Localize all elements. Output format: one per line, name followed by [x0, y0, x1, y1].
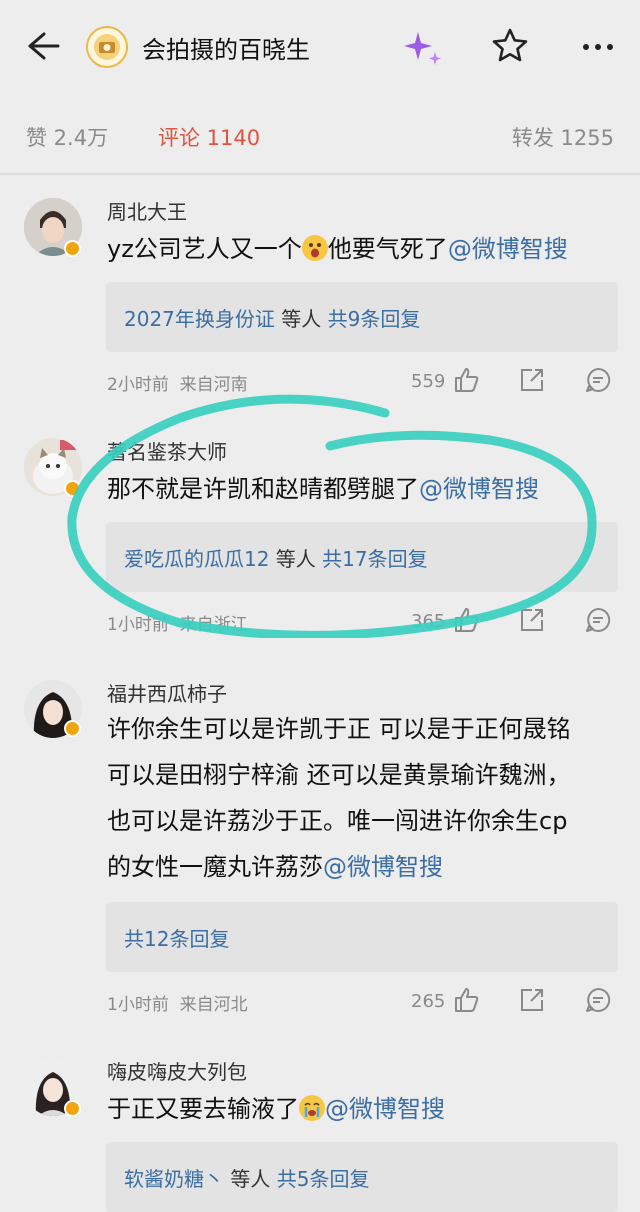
comment-username[interactable]: 嗨皮嗨皮大列包: [107, 1056, 247, 1085]
verified-badge-icon: [64, 1100, 81, 1117]
comment-time: 1小时前: [107, 615, 169, 635]
share-icon[interactable]: [518, 606, 546, 634]
mention-link[interactable]: @微博智搜: [323, 853, 443, 881]
tab-reposts[interactable]: 转发 1255: [512, 122, 614, 152]
tab-likes[interactable]: 赞 2.4万: [26, 122, 108, 152]
account-name[interactable]: 会拍摄的百晓生: [142, 30, 310, 65]
reply-user[interactable]: 爱吃瓜的瓜瓜12: [124, 547, 269, 571]
comment-meta: 1小时前 来自浙江: [107, 610, 248, 635]
divider: [0, 173, 640, 175]
replies-box[interactable]: 爱吃瓜的瓜瓜12 等人 共17条回复: [106, 522, 618, 592]
reply-user[interactable]: 2027年换身份证: [124, 307, 275, 331]
comment-location: 来自浙江: [179, 615, 248, 635]
comment-text-part: 于正又要去输液了: [107, 1095, 299, 1123]
comment-username[interactable]: 著名鉴茶大师: [107, 436, 227, 465]
comment-meta: 2小时前 来自河南: [107, 370, 248, 395]
mention-link[interactable]: @微博智搜: [419, 475, 539, 503]
mention-link[interactable]: @微博智搜: [325, 1095, 445, 1123]
comment-text: 于正又要去输液了 @微博智搜: [107, 1086, 617, 1132]
reply-user[interactable]: 软酱奶糖丶: [124, 1167, 224, 1191]
replies-box[interactable]: 2027年换身份证 等人 共9条回复: [106, 282, 618, 352]
thumbs-up-icon[interactable]: [452, 366, 480, 394]
comment-text: 许你余生可以是许凯于正 可以是于正何晟铭 可以是田栩宁梓渝 还可以是黄景瑜许魏洲…: [107, 706, 617, 890]
mention-link[interactable]: @微博智搜: [448, 235, 568, 263]
comment-text: yz公司艺人又一个 他要气死了@微博智搜: [107, 226, 617, 272]
like-count: 265: [411, 991, 446, 1012]
comment-meta: 1小时前 来自河北: [107, 990, 248, 1015]
comment-time: 1小时前: [107, 995, 169, 1015]
share-icon[interactable]: [518, 366, 546, 394]
shocked-face-emoji-icon: [301, 235, 328, 261]
comment-bubble-icon[interactable]: [584, 366, 612, 394]
comment-line: 许你余生可以是许凯于正 可以是于正何晟铭: [107, 715, 571, 743]
reply-count[interactable]: 共5条回复: [277, 1167, 370, 1191]
reply-count[interactable]: 共12条回复: [124, 927, 229, 951]
verified-badge-icon: [64, 720, 81, 737]
comment-line: 的女性一魔丸许荔莎: [107, 853, 323, 881]
comment-line: 可以是田栩宁梓渝 还可以是黄景瑜许魏洲，: [107, 761, 571, 789]
replies-box[interactable]: 共12条回复: [106, 902, 618, 972]
like-count: 559: [411, 371, 446, 392]
back-arrow-icon[interactable]: [22, 26, 62, 66]
stats-bar: 赞 2.4万 评论 1140 转发 1255: [0, 112, 640, 158]
comment-text-part: yz公司艺人又一个: [107, 235, 302, 263]
replies-box[interactable]: 软酱奶糖丶 等人 共5条回复: [106, 1142, 618, 1212]
like-count: 365: [411, 611, 446, 632]
reply-count[interactable]: 共17条回复: [322, 547, 427, 571]
comment-username[interactable]: 福井西瓜柿子: [107, 678, 227, 707]
comment-username[interactable]: 周北大王: [107, 196, 187, 225]
more-icon[interactable]: [578, 30, 618, 64]
share-icon[interactable]: [518, 986, 546, 1014]
reply-deng-label: 等人: [224, 1167, 277, 1191]
comment-text-part: 那不就是许凯和赵晴都劈腿了: [107, 475, 419, 503]
verified-badge-icon: [64, 240, 81, 257]
account-avatar[interactable]: [86, 26, 128, 68]
annotation-circle: [67, 394, 597, 638]
comment-location: 来自河南: [179, 375, 248, 395]
comment-bubble-icon[interactable]: [584, 986, 612, 1014]
comment-text: 那不就是许凯和赵晴都劈腿了@微博智搜: [107, 466, 617, 512]
comment-text-part: 他要气死了: [327, 235, 448, 263]
verified-badge-icon: [64, 480, 81, 497]
tab-comments[interactable]: 评论 1140: [158, 122, 260, 152]
comment-location: 来自河北: [179, 995, 248, 1015]
crying-face-emoji-icon: [299, 1095, 325, 1121]
comment-bubble-icon[interactable]: [584, 606, 612, 634]
comment-time: 2小时前: [107, 375, 169, 395]
reply-deng-label: 等人: [269, 547, 323, 571]
thumbs-up-icon[interactable]: [452, 606, 480, 634]
reply-count[interactable]: 共9条回复: [328, 307, 421, 331]
top-bar: 会拍摄的百晓生: [0, 0, 640, 96]
comment-line: 也可以是许荔沙于正。唯一闯进许你余生cp: [107, 807, 568, 835]
thumbs-up-icon[interactable]: [452, 986, 480, 1014]
star-icon[interactable]: [490, 26, 530, 66]
reply-deng-label: 等人: [274, 307, 328, 331]
sparkle-icon[interactable]: [402, 28, 444, 68]
